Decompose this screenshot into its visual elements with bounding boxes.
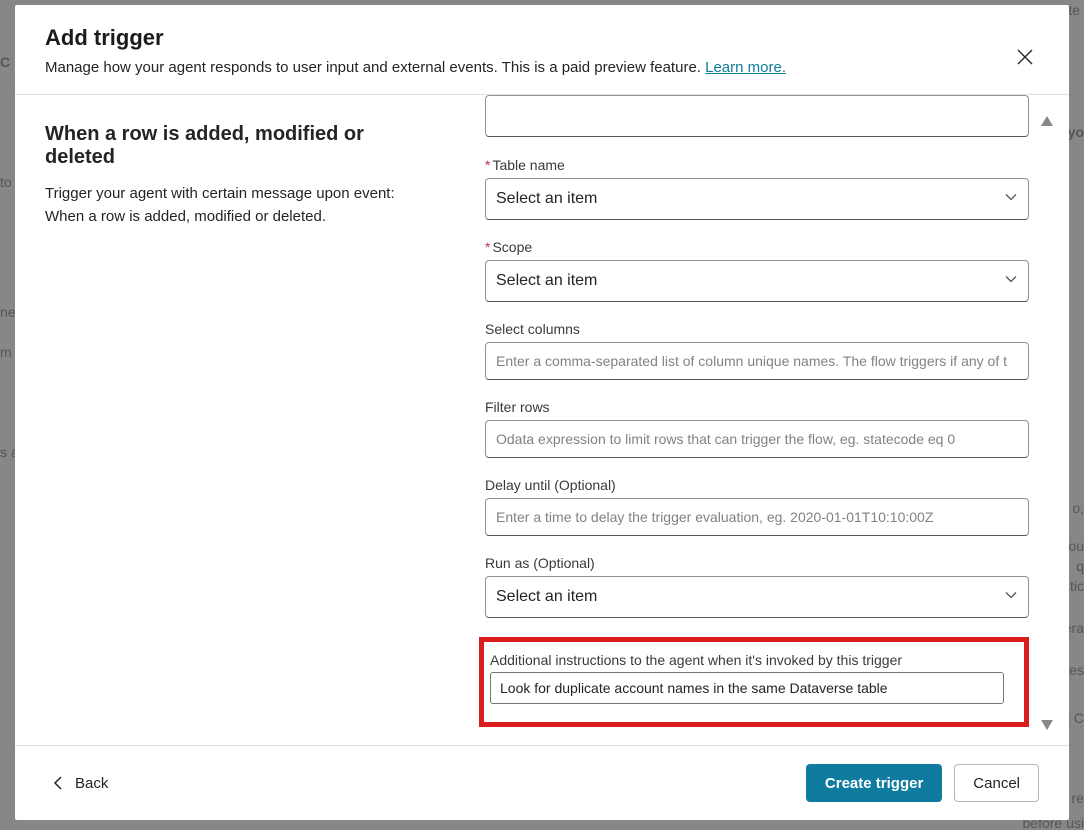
chevron-left-icon — [53, 775, 63, 791]
scroll-up-icon — [1041, 116, 1053, 126]
required-asterisk: * — [485, 157, 490, 173]
modal-header: Add trigger Manage how your agent respon… — [15, 5, 1069, 95]
bg-text: yo — [1068, 124, 1084, 140]
subtitle-text: Manage how your agent responds to user i… — [45, 59, 705, 76]
back-button[interactable]: Back — [45, 769, 116, 798]
trigger-name: When a row is added, modified or deleted — [45, 123, 415, 169]
previous-field-stub[interactable] — [485, 95, 1029, 137]
scope-value: Select an item — [496, 272, 597, 289]
right-pane: *Table name Select an item *Scope Select… — [445, 95, 1069, 745]
run-as-select[interactable]: Select an item — [485, 576, 1029, 618]
select-columns-label: Select columns — [485, 321, 1029, 337]
bg-text: C — [0, 54, 10, 70]
back-label: Back — [75, 775, 108, 792]
run-as-value: Select an item — [496, 588, 597, 605]
select-columns-input[interactable] — [485, 342, 1029, 380]
bg-text: ne — [0, 304, 16, 320]
table-name-group: *Table name Select an item — [485, 157, 1029, 220]
scroll-up-arrow[interactable] — [1041, 113, 1053, 131]
trigger-description: Trigger your agent with certain message … — [45, 183, 415, 228]
additional-instructions-highlight: Additional instructions to the agent whe… — [479, 637, 1029, 727]
chevron-down-icon — [1004, 190, 1018, 209]
additional-instructions-input[interactable] — [490, 672, 1004, 704]
filter-rows-label: Filter rows — [485, 399, 1029, 415]
filter-rows-group: Filter rows — [485, 399, 1029, 458]
bg-text: to — [0, 174, 12, 190]
add-trigger-modal: Add trigger Manage how your agent respon… — [15, 5, 1069, 820]
chevron-down-icon — [1004, 588, 1018, 607]
close-button[interactable] — [1011, 43, 1039, 71]
table-name-label: *Table name — [485, 157, 1029, 173]
form-scroll[interactable]: *Table name Select an item *Scope Select… — [445, 95, 1049, 745]
scope-select[interactable]: Select an item — [485, 260, 1029, 302]
bg-text: m — [0, 344, 12, 360]
bg-text: tic — [1070, 578, 1084, 594]
modal-body: When a row is added, modified or deleted… — [15, 95, 1069, 745]
learn-more-link[interactable]: Learn more. — [705, 59, 786, 76]
delay-until-input[interactable] — [485, 498, 1029, 536]
table-name-select[interactable]: Select an item — [485, 178, 1029, 220]
modal-title: Add trigger — [45, 25, 1039, 51]
delay-until-label: Delay until (Optional) — [485, 477, 1029, 493]
chevron-down-icon — [1004, 272, 1018, 291]
select-columns-group: Select columns — [485, 321, 1029, 380]
filter-rows-input[interactable] — [485, 420, 1029, 458]
modal-footer: Back Create trigger Cancel — [15, 745, 1069, 820]
bg-text: o, — [1072, 500, 1084, 516]
create-trigger-button[interactable]: Create trigger — [806, 764, 942, 802]
bg-text: q — [1076, 558, 1084, 574]
delay-until-group: Delay until (Optional) — [485, 477, 1029, 536]
bg-text: re — [1072, 790, 1084, 806]
left-pane: When a row is added, modified or deleted… — [15, 95, 445, 745]
scroll-down-arrow[interactable] — [1041, 717, 1053, 735]
bg-text: ou — [1068, 538, 1084, 554]
additional-instructions-label: Additional instructions to the agent whe… — [490, 652, 1004, 668]
table-name-value: Select an item — [496, 190, 597, 207]
run-as-label: Run as (Optional) — [485, 555, 1029, 571]
scope-group: *Scope Select an item — [485, 239, 1029, 302]
close-icon — [1016, 48, 1034, 66]
bg-text: te — [1068, 2, 1080, 18]
modal-subtitle: Manage how your agent responds to user i… — [45, 59, 1039, 76]
cancel-button[interactable]: Cancel — [954, 764, 1039, 802]
footer-right: Create trigger Cancel — [806, 764, 1039, 802]
scope-label: *Scope — [485, 239, 1029, 255]
run-as-group: Run as (Optional) Select an item — [485, 555, 1029, 618]
required-asterisk: * — [485, 239, 490, 255]
scroll-down-icon — [1041, 720, 1053, 730]
